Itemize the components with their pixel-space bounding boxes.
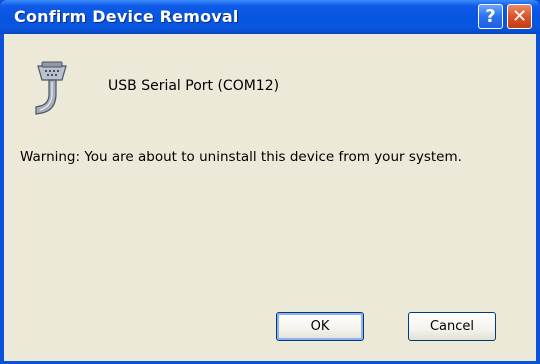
window-title: Confirm Device Removal	[14, 7, 239, 26]
title-bar[interactable]: Confirm Device Removal ? ✕	[0, 0, 540, 34]
ok-button[interactable]: OK	[276, 312, 364, 341]
cancel-button[interactable]: Cancel	[408, 312, 496, 341]
confirm-device-removal-dialog: Confirm Device Removal ? ✕ USB Serial Po…	[0, 0, 540, 364]
dialog-body: USB Serial Port (COM12) Warning: You are…	[4, 34, 536, 361]
device-name: USB Serial Port (COM12)	[108, 78, 280, 94]
warning-message: Warning: You are about to uninstall this…	[20, 149, 462, 165]
help-button[interactable]: ?	[478, 4, 503, 29]
serial-port-cable-icon	[35, 61, 67, 115]
close-button[interactable]: ✕	[507, 4, 532, 29]
